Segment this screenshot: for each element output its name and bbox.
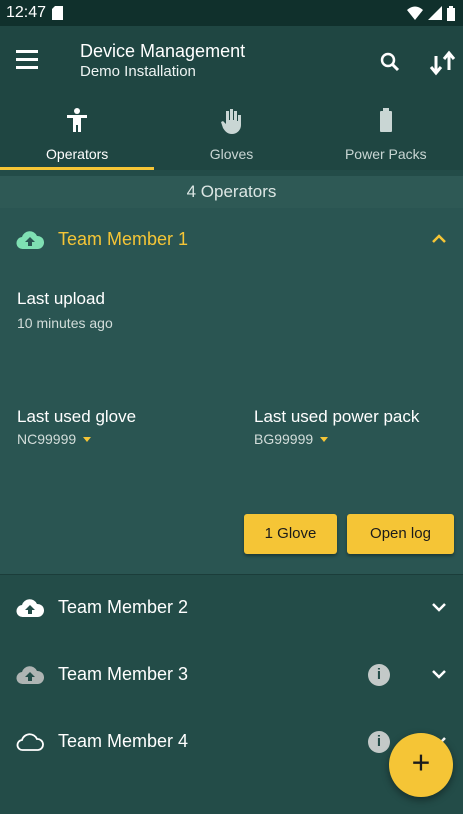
app-title: Device Management xyxy=(80,41,246,61)
cloud-outline-icon xyxy=(16,733,44,751)
battery-icon xyxy=(379,108,392,132)
tab-power-packs[interactable]: Power Packs xyxy=(309,98,463,170)
tab-gloves[interactable]: Gloves xyxy=(154,98,308,170)
app-bar-titles: Device Management Demo Installation xyxy=(80,40,245,82)
last-glove-label: Last used glove xyxy=(17,407,137,426)
plus-icon: + xyxy=(411,744,431,781)
sort-icon xyxy=(429,50,456,76)
last-power-pack-label: Last used power pack xyxy=(254,407,420,426)
last-power-pack-value: BG99999 xyxy=(254,431,314,447)
status-time: 12:47 xyxy=(6,4,47,21)
operator-name: Team Member 1 xyxy=(58,229,189,249)
search-icon xyxy=(380,52,400,72)
person-icon xyxy=(67,108,88,132)
status-bar: 12:47 xyxy=(0,0,463,26)
chevron-down-icon[interactable] xyxy=(432,669,446,679)
operator-row[interactable]: Team Member 3 i xyxy=(0,643,463,707)
add-operator-button[interactable]: + xyxy=(389,733,453,797)
glove-count-button[interactable]: 1 Glove xyxy=(244,514,337,554)
tab-operators[interactable]: Operators xyxy=(0,98,155,170)
tab-gloves-label: Gloves xyxy=(209,146,254,162)
info-icon[interactable]: i xyxy=(368,731,390,753)
tab-power-packs-label: Power Packs xyxy=(344,146,427,162)
operator-name: Team Member 4 xyxy=(58,731,189,751)
sort-button[interactable] xyxy=(427,48,459,78)
cloud-upload-grey-icon xyxy=(16,666,44,685)
menu-icon xyxy=(16,50,38,53)
caret-down-icon xyxy=(320,436,329,442)
tab-indicator xyxy=(0,167,155,170)
wifi-icon xyxy=(407,6,423,20)
signal-icon xyxy=(428,6,442,20)
operator-name: Team Member 3 xyxy=(58,664,189,684)
sd-card-icon xyxy=(52,6,64,20)
caret-down-icon xyxy=(83,436,92,442)
last-power-pack-dropdown[interactable]: BG99999 xyxy=(254,431,329,447)
tab-bar: Operators Gloves Power Packs xyxy=(0,98,463,170)
glove-icon xyxy=(221,109,242,134)
chevron-up-icon[interactable] xyxy=(432,234,446,244)
cloud-upload-white-icon xyxy=(16,599,44,618)
app-subtitle: Demo Installation xyxy=(80,63,196,80)
chevron-down-icon[interactable] xyxy=(432,602,446,612)
last-glove-value: NC99999 xyxy=(17,431,77,447)
divider xyxy=(0,574,463,575)
operator-name: Team Member 2 xyxy=(58,597,189,617)
info-icon[interactable]: i xyxy=(368,664,390,686)
menu-button[interactable] xyxy=(16,50,46,74)
last-glove-dropdown[interactable]: NC99999 xyxy=(17,431,92,447)
operator-row-header[interactable]: Team Member 1 xyxy=(0,208,463,272)
last-upload-label: Last upload xyxy=(17,289,105,308)
app-bar: Device Management Demo Installation xyxy=(0,26,463,98)
operator-card-expanded: Team Member 1 Last upload 10 minutes ago… xyxy=(0,208,463,574)
search-button[interactable] xyxy=(378,50,404,76)
battery-status-icon xyxy=(447,5,455,21)
last-upload-value: 10 minutes ago xyxy=(17,315,113,331)
cloud-upload-filled-icon xyxy=(16,231,44,250)
operator-count: 4 Operators xyxy=(0,176,463,208)
tab-operators-label: Operators xyxy=(46,146,109,162)
operator-row[interactable]: Team Member 2 xyxy=(0,576,463,640)
open-log-button[interactable]: Open log xyxy=(347,514,454,554)
